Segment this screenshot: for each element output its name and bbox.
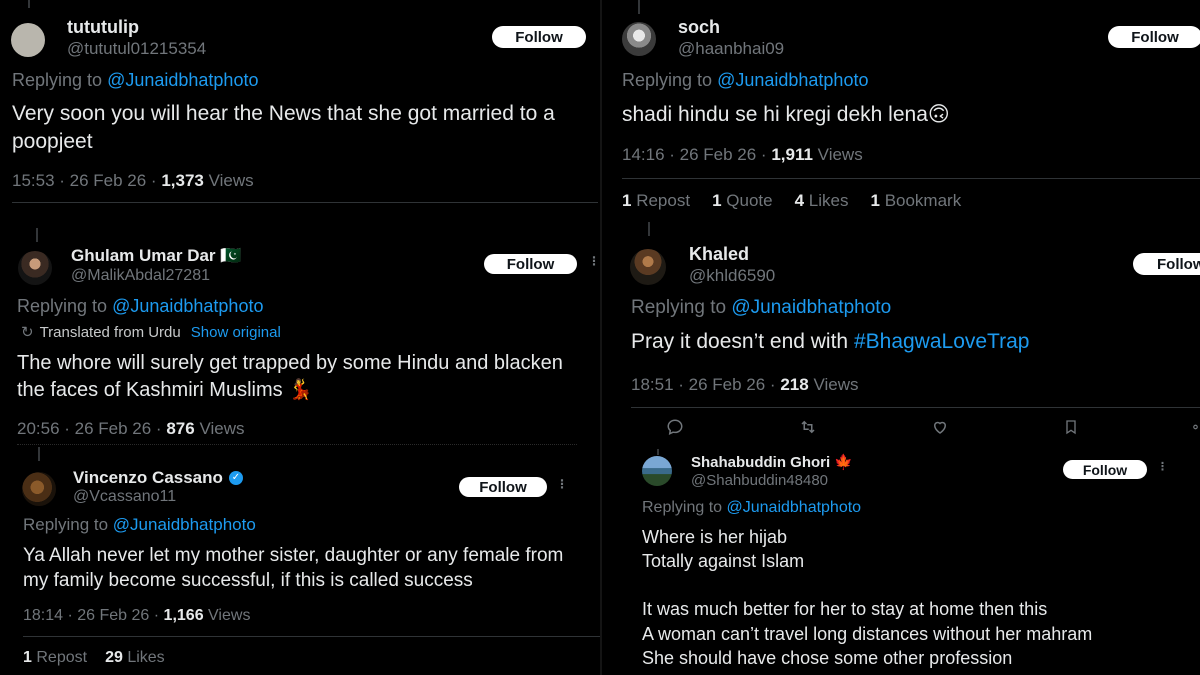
- replying-to: Replying to @Junaidbhatphoto: [631, 297, 892, 318]
- clipped-stats-row: ▂ ▁▂▁▁▂ ▂▁ ▁▂▁▁▂ ▁▂ ▁▁ ▂▁: [12, 220, 175, 226]
- verified-badge-icon: ✓: [228, 471, 243, 485]
- user-handle[interactable]: @khld6590: [689, 266, 775, 286]
- display-name[interactable]: Khaled: [689, 244, 749, 265]
- repost-icon[interactable]: [798, 418, 818, 441]
- mention-link[interactable]: @Junaidbhatphoto: [113, 515, 256, 534]
- post-text: Where is her hijab Totally against Islam…: [642, 525, 1192, 670]
- post-text: shadi hindu se hi kregi dekh lena🙃: [622, 103, 950, 126]
- follow-button[interactable]: Follow: [1108, 26, 1200, 48]
- follow-button[interactable]: Follow: [1133, 253, 1200, 275]
- follow-button[interactable]: Follow: [484, 254, 577, 274]
- divider: [12, 202, 598, 203]
- user-handle[interactable]: @MalikAbdal27281: [71, 267, 210, 285]
- mention-link[interactable]: @Junaidbhatphoto: [717, 70, 868, 90]
- follow-button[interactable]: Follow: [1063, 460, 1147, 479]
- thread-line: [638, 0, 640, 14]
- post-timestamp[interactable]: 20:56 · 26 Feb 26 · 876 Views: [17, 419, 244, 439]
- user-handle[interactable]: @Shahbuddin48480: [691, 472, 828, 489]
- divider: [23, 636, 600, 637]
- divider: [631, 407, 1200, 408]
- hashtag-link[interactable]: #BhagwaLoveTrap: [854, 330, 1030, 353]
- avatar[interactable]: [22, 472, 56, 506]
- more-icon[interactable]: ⋮: [556, 477, 569, 491]
- reply-post-ghulam-umar-dar: Ghulam Umar Dar 🇵🇰 @MalikAbdal27281 Foll…: [0, 228, 600, 447]
- post-text-line: She should have chose some other profess…: [642, 647, 1013, 668]
- divider: [622, 178, 1200, 179]
- post-text-line: Totally against Islam: [642, 551, 805, 572]
- avatar[interactable]: [622, 22, 656, 56]
- post-text-line: Where is her hijab: [642, 527, 788, 547]
- user-handle[interactable]: @Vcassano11: [73, 488, 176, 506]
- engagement-stats: 1 Repost 1 Quote 4 Likes 1 Bookmark: [622, 191, 961, 211]
- post-text: Ya Allah never let my mother sister, dau…: [23, 545, 564, 591]
- more-icon[interactable]: ⋮: [588, 254, 600, 268]
- action-bar: [666, 418, 1200, 441]
- reply-post-shahabuddin-ghori: Shahabuddin Ghori 🍁 @Shahbuddin48480 Fol…: [602, 449, 1200, 675]
- reply-post-khaled: Khaled @khld6590 Follow Replying to @Jun…: [602, 222, 1200, 449]
- replying-to: Replying to @Junaidbhatphoto: [17, 296, 264, 316]
- user-handle[interactable]: @tututul01215354: [67, 39, 206, 59]
- thread-line: [28, 0, 30, 8]
- reply-post-vincenzo-cassano: Vincenzo Cassano ✓ @Vcassano11 Follow ⋮ …: [0, 447, 600, 675]
- thread-line: [648, 222, 650, 236]
- mention-link[interactable]: @Junaidbhatphoto: [112, 296, 263, 316]
- reply-icon[interactable]: [666, 418, 684, 441]
- engagement-stats: 1 Repost 29 Likes: [23, 649, 165, 667]
- display-name[interactable]: Vincenzo Cassano ✓: [73, 468, 243, 488]
- avatar[interactable]: [642, 456, 672, 486]
- display-name[interactable]: Ghulam Umar Dar 🇵🇰: [71, 246, 241, 266]
- display-name[interactable]: soch: [678, 17, 720, 38]
- post-text: The whore will surely get trapped by som…: [17, 352, 563, 401]
- post-timestamp[interactable]: 18:14 · 26 Feb 26 · 1,166 Views: [23, 607, 250, 625]
- avatar[interactable]: [630, 249, 666, 285]
- post-text-line: [642, 573, 1192, 597]
- avatar[interactable]: [18, 251, 52, 285]
- reply-post-soch: soch @haanbhai09 Follow Replying to @Jun…: [602, 0, 1200, 222]
- follow-button[interactable]: Follow: [492, 26, 586, 48]
- thread-line: [38, 447, 40, 461]
- post-text-line: It was much better for her to stay at ho…: [642, 599, 1048, 620]
- quote-count[interactable]: 1 Quote: [712, 191, 773, 211]
- follow-button[interactable]: Follow: [459, 477, 547, 497]
- post-text-line: A woman can’t travel long distances with…: [642, 623, 1093, 644]
- mention-link[interactable]: @Junaidbhatphoto: [107, 70, 258, 90]
- post-text: Pray it doesn’t end with #BhagwaLoveTrap: [631, 330, 1030, 353]
- avatar[interactable]: [11, 23, 45, 57]
- like-count[interactable]: 29 Likes: [105, 649, 165, 667]
- repost-count[interactable]: 1 Repost: [622, 191, 690, 211]
- like-count[interactable]: 4 Likes: [795, 191, 849, 211]
- show-original-link[interactable]: Show original: [191, 324, 281, 341]
- translate-icon: ↻: [21, 324, 34, 341]
- bookmark-icon[interactable]: [1063, 418, 1079, 441]
- bookmark-count[interactable]: 1 Bookmark: [870, 191, 961, 211]
- replying-to: Replying to @Junaidbhatphoto: [12, 70, 259, 90]
- translation-notice: ↻ Translated from Urdu Show original: [21, 323, 281, 342]
- share-icon[interactable]: [1192, 418, 1200, 441]
- replying-to: Replying to @Junaidbhatphoto: [642, 499, 862, 516]
- display-name[interactable]: tututulip: [67, 17, 139, 38]
- reply-post-tututulip: tututulip @tututul01215354 Follow Replyi…: [0, 0, 600, 228]
- post-timestamp[interactable]: 15:53 · 26 Feb 26 · 1,373 Views: [12, 171, 254, 191]
- more-icon[interactable]: ⋮: [1157, 460, 1169, 473]
- user-handle[interactable]: @haanbhai09: [678, 39, 784, 59]
- replying-to: Replying to @Junaidbhatphoto: [23, 515, 256, 534]
- display-name[interactable]: Shahabuddin Ghori 🍁: [691, 453, 853, 471]
- like-icon[interactable]: [931, 418, 949, 441]
- mention-link[interactable]: @Junaidbhatphoto: [731, 297, 891, 318]
- repost-count[interactable]: 1 Repost: [23, 649, 87, 667]
- replying-to: Replying to @Junaidbhatphoto: [622, 70, 869, 90]
- thread-line: [657, 449, 659, 455]
- thread-line: [36, 228, 38, 242]
- post-timestamp[interactable]: 18:51 · 26 Feb 26 · 218 Views: [631, 375, 858, 395]
- post-text: Very soon you will hear the News that sh…: [12, 102, 555, 153]
- post-timestamp[interactable]: 14:16 · 26 Feb 26 · 1,911 Views: [622, 145, 863, 165]
- mention-link[interactable]: @Junaidbhatphoto: [727, 499, 862, 516]
